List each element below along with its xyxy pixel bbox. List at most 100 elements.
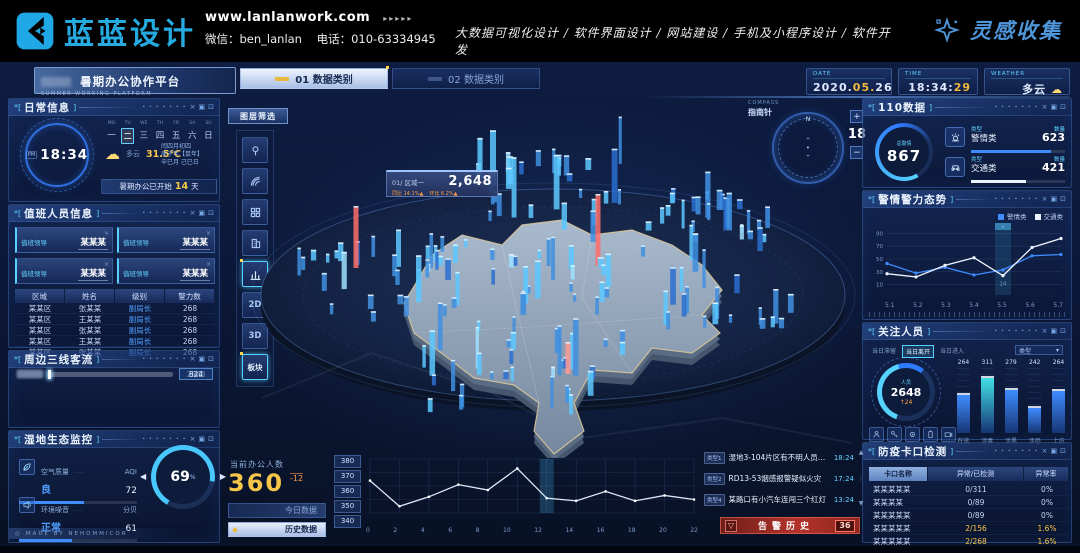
table-row[interactable]: 某某某某某 0/311 0% [869, 483, 1069, 496]
table-row[interactable]: 某某某某某 0/89 0% [869, 509, 1069, 522]
date-day: 26 [875, 81, 892, 94]
panel-checkpoint: *[ 防疫卡口检测 ] ∙ ∙ ∙ ∙ ∙ ∙ ∙ × ▣ ⊡ 卡口名称 异常/… [862, 442, 1072, 543]
weekday-cell[interactable]: FR 五 [170, 121, 183, 144]
pin-icon[interactable]: ▣ [1051, 448, 1058, 455]
expand-icon[interactable]: ⊡ [1060, 448, 1066, 455]
focus-bar[interactable]: 311涉毒 [979, 359, 996, 445]
alert-item[interactable]: 类型1 湿地3-104片区有不明人员闯入 18:24 [704, 447, 854, 468]
svg-text:10: 10 [876, 283, 883, 289]
checkpoint-table-header: 卡口名称 异常/已检测 异常率 [869, 467, 1069, 481]
table-row[interactable]: 某某区 王某某 副局长 268 [15, 314, 215, 325]
weekday-cell[interactable]: SU 日 [202, 121, 215, 144]
focus-bar[interactable]: 264在逃 [955, 359, 972, 445]
pin-icon[interactable]: ▣ [199, 356, 206, 363]
car-icon [945, 157, 965, 177]
camera-icon[interactable] [941, 427, 956, 442]
compass-crosshair: ⌃∙⌄ [805, 138, 811, 159]
table-row[interactable]: 某某某某某 2/156 1.6% [869, 522, 1069, 535]
focus-tab[interactable]: 当日进入 [937, 345, 967, 358]
date-year: 2020. [813, 81, 853, 94]
services-text: 大数据可视化设计 / 软件界面设计 / 网站建设 / 手机及小程序设计 / 软件… [455, 24, 895, 58]
gauge-prev-arrow[interactable]: ◀ [140, 472, 146, 481]
panel-title: 关注人员 [878, 324, 924, 339]
compass-dial[interactable]: N ⌃∙⌄ [772, 112, 844, 184]
duty-leader-card[interactable]: 值班领导 × 某某某 [117, 227, 215, 253]
data-category-tab[interactable]: 01 数据类别 [240, 68, 388, 89]
close-icon[interactable]: × [1042, 448, 1048, 455]
air-status: 良 [41, 485, 51, 496]
table-row[interactable]: 某某区 王某某 副局长 268 [15, 336, 215, 347]
scroll-down-icon[interactable]: ▼ [859, 500, 864, 507]
scroll-up-icon[interactable]: ▲ [859, 449, 864, 456]
eco-gauge: ◀ ▶ 69 % [151, 445, 215, 509]
warning-triangle-icon: ▽ [725, 520, 737, 532]
duty-leader-card[interactable]: 值班领导 × 某某某 [15, 258, 113, 284]
column-header[interactable]: 警力数 [165, 289, 214, 303]
pin-icon[interactable]: ▣ [199, 104, 206, 111]
tick-decor [869, 312, 1065, 317]
today-data-button[interactable]: 今日数据 [228, 503, 326, 518]
data-category-tab[interactable]: 02 数据类别 [392, 68, 540, 89]
close-icon[interactable]: × [1042, 196, 1048, 203]
pin-icon[interactable]: ▣ [1051, 104, 1058, 111]
key-icon[interactable] [887, 427, 902, 442]
column-header[interactable]: 级别 [115, 289, 164, 303]
office-count-value: 360 [228, 469, 284, 497]
svg-text:24: 24 [1000, 282, 1007, 288]
focus-tab[interactable]: 当日滞留 [869, 345, 899, 358]
expand-icon[interactable]: ⊡ [208, 210, 214, 217]
aqi-value: 72 [126, 486, 137, 496]
person-icon[interactable] [869, 427, 884, 442]
pin-icon[interactable]: ▣ [1051, 196, 1058, 203]
battery-icon[interactable] [923, 427, 938, 442]
duty-leader-card[interactable]: 值班领导 × 某某某 [117, 258, 215, 284]
website-url[interactable]: www.lanlanwork.com [205, 10, 370, 25]
close-icon[interactable]: × [190, 436, 196, 443]
table-row[interactable]: 某某某某 0/89 0% [869, 496, 1069, 509]
close-icon[interactable]: × [190, 356, 196, 363]
pin-icon[interactable]: ▣ [1051, 328, 1058, 335]
weekday-cell[interactable]: SA 六 [186, 121, 199, 144]
close-icon[interactable]: × [190, 104, 196, 111]
alert-item[interactable]: 类型4 某路口有小汽车连闯三个红灯 13:24 [704, 489, 854, 510]
focus-bar[interactable]: 242涉恐 [1026, 359, 1043, 445]
focus-bar[interactable]: 279涉黑 [1003, 359, 1020, 445]
weekday-cell[interactable]: WE 三 [137, 121, 150, 144]
weather-label: WEATHER [991, 71, 1063, 79]
column-header[interactable]: 区域 [15, 289, 64, 303]
bottom-strip [0, 546, 1080, 553]
weekday-cell[interactable]: TU 二 [121, 121, 134, 144]
pin-icon[interactable]: ▣ [199, 436, 206, 443]
expand-icon[interactable]: ⊡ [1060, 104, 1066, 111]
pin-icon[interactable]: ▣ [199, 210, 206, 217]
expand-icon[interactable]: ⊡ [208, 104, 214, 111]
weekday-cell[interactable]: TH 四 [153, 121, 166, 144]
target-icon[interactable] [905, 427, 920, 442]
dashboard: 暑期办公协作平台 SUMMER WORKING PLATFORM 01 数据类别… [0, 62, 1080, 553]
expand-icon[interactable]: ⊡ [1060, 196, 1066, 203]
expand-icon[interactable]: ⊡ [208, 356, 214, 363]
expand-icon[interactable]: ⊡ [1060, 328, 1066, 335]
close-icon[interactable]: × [1042, 328, 1048, 335]
weekday-cell[interactable]: MO 一 [105, 121, 118, 144]
expand-icon[interactable]: ⊡ [208, 436, 214, 443]
table-row[interactable]: 某某区 张某某 副局长 268 [15, 325, 215, 336]
office-line-chart [366, 453, 698, 523]
focus-bar[interactable]: 264上访 [1050, 359, 1067, 445]
top-banner: 蓝蓝设计 www.lanlanwork.com ▸▸▸▸▸ 微信：ben_lan… [0, 0, 1080, 62]
duty-leader-card[interactable]: 值班领导 × 某某某 [15, 227, 113, 253]
alert-count-badge: 36 [835, 520, 855, 532]
alert-history-button[interactable]: ▽ 告警历史 36 [720, 517, 860, 534]
collect-label: 灵感收集 [970, 15, 1062, 45]
leaf-icon [19, 459, 35, 475]
close-icon[interactable]: × [1042, 104, 1048, 111]
weather-chip: WEATHER 多云 ☁ [984, 68, 1070, 95]
category-dropdown[interactable]: 类型 ▾ [1015, 345, 1063, 355]
inspiration-collect[interactable]: 灵感收集 [932, 15, 1062, 45]
close-icon[interactable]: × [190, 210, 196, 217]
history-data-button[interactable]: 历史数据 [228, 522, 326, 537]
duty-leader-cards: 值班领导 × 某某某 值班领导 × 某某某 值班领导 × 某某某 值班 [15, 227, 215, 284]
alert-item[interactable]: 类型2 RD13-53烟感报警疑似火灾 17:24 [704, 468, 854, 489]
table-row[interactable]: 某某区 张某某 副局长 268 [15, 303, 215, 314]
column-header[interactable]: 姓名 [65, 289, 114, 303]
